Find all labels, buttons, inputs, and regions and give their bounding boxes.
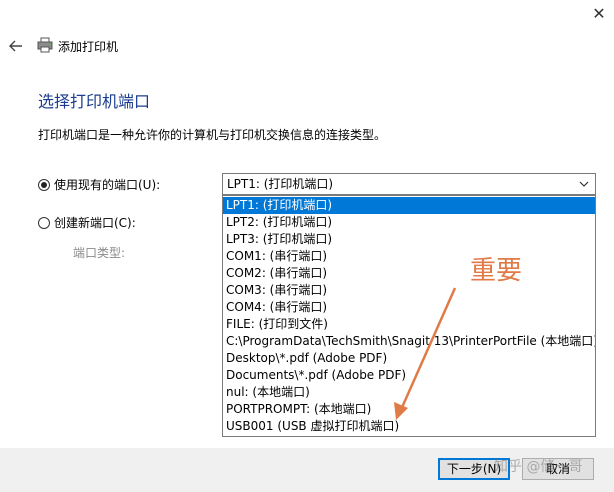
watermark: 知乎 @储一哥 — [494, 459, 583, 475]
existing-port-select-value: LPT1: (打印机端口) — [227, 177, 334, 191]
use-existing-port-label: 使用现有的端口(U): — [54, 178, 161, 192]
dropdown-item[interactable]: LPT1: (打印机端口) — [223, 197, 595, 214]
add-printer-dialog: ✕ 添加打印机 选择打印机端口 打印机端口是一种允许你的计算机与打印机交换信息的… — [0, 0, 614, 492]
printer-icon — [37, 37, 53, 53]
use-existing-port-radio[interactable]: 使用现有的端口(U): — [38, 176, 160, 193]
page-description: 打印机端口是一种允许你的计算机与打印机交换信息的连接类型。 — [38, 128, 387, 142]
annotation-arrow-icon — [394, 287, 457, 420]
existing-port-select[interactable]: LPT1: (打印机端口) — [222, 173, 596, 195]
create-new-port-radio[interactable]: 创建新端口(C): — [38, 214, 136, 231]
dropdown-item[interactable]: LPT3: (打印机端口) — [223, 231, 595, 248]
back-arrow-icon[interactable] — [6, 36, 26, 56]
dropdown-item[interactable]: COM1: (串行端口) — [223, 248, 595, 265]
create-new-port-label: 创建新端口(C): — [54, 216, 136, 230]
radio-checked[interactable] — [38, 178, 50, 191]
close-icon[interactable]: ✕ — [584, 0, 614, 28]
radio-unchecked[interactable] — [38, 216, 50, 229]
dropdown-item[interactable]: LPT2: (打印机端口) — [223, 214, 595, 231]
port-type-label: 端口类型: — [73, 246, 126, 260]
page-title: 选择打印机端口 — [38, 92, 151, 111]
window-title: 添加打印机 — [58, 40, 119, 54]
